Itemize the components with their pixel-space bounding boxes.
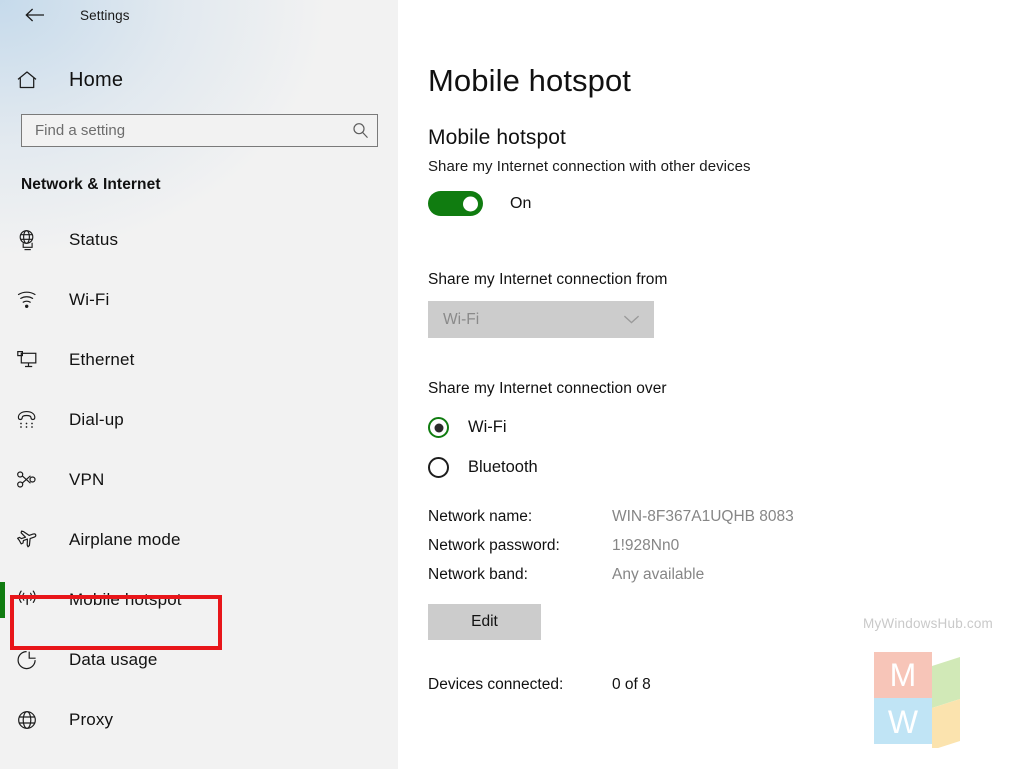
toggle-state-label: On [510, 194, 532, 212]
share-over-label: Share my Internet connection over [428, 380, 667, 397]
share-from-label: Share my Internet connection from [428, 271, 668, 288]
sidebar-item-airplane-mode[interactable]: Airplane mode [0, 510, 398, 570]
sidebar-item-label: Status [69, 230, 119, 249]
mobile-hotspot-toggle-row: On [428, 191, 1024, 216]
radio-label: Wi-Fi [468, 418, 507, 436]
detail-key: Network band: [428, 566, 528, 583]
globe-icon [16, 709, 50, 731]
sidebar-item-vpn[interactable]: VPN [0, 450, 398, 510]
share-from-selected-value: Wi-Fi [443, 310, 480, 328]
settings-window: Settings Home Network & Internet [0, 0, 1024, 769]
sidebar-item-label: Data usage [69, 650, 158, 669]
ethernet-icon [16, 349, 50, 371]
search-input[interactable] [22, 116, 343, 145]
mobile-hotspot-icon [16, 589, 50, 611]
toggle-knob [463, 196, 478, 211]
share-over-option-wifi[interactable]: Wi-Fi [428, 417, 628, 438]
detail-row-network-band: Network band: Any available [428, 566, 1024, 595]
pie-chart-icon [16, 649, 50, 671]
app-title: Settings [80, 7, 130, 23]
home-nav-item[interactable]: Home [0, 58, 398, 102]
devices-connected-value: 0 of 8 [612, 676, 651, 693]
devices-connected-row: Devices connected: 0 of 8 [428, 676, 1024, 694]
detail-row-network-name: Network name: WIN-8F367A1UQHB 8083 [428, 508, 1024, 537]
detail-key: Network password: [428, 537, 560, 554]
back-arrow-icon [25, 8, 45, 22]
section-heading: Network & Internet [21, 176, 161, 193]
mobile-hotspot-description: Share my Internet connection with other … [428, 158, 751, 175]
home-icon [16, 70, 50, 90]
devices-connected-label: Devices connected: [428, 676, 564, 693]
svg-text:W: W [888, 704, 919, 740]
radio-button-wifi[interactable] [428, 417, 449, 438]
sidebar-item-data-usage[interactable]: Data usage [0, 630, 398, 690]
sidebar-nav-list: Status Wi-Fi Ethernet Dial-up VPN Airpla… [0, 210, 398, 750]
network-details: Network name: WIN-8F367A1UQHB 8083 Netwo… [428, 508, 1024, 640]
globe-monitor-icon [16, 229, 50, 251]
back-button[interactable] [18, 2, 52, 28]
radio-button-bluetooth[interactable] [428, 457, 449, 478]
dialup-phone-icon [16, 409, 50, 431]
home-label: Home [69, 68, 124, 91]
sidebar: Settings Home Network & Internet [0, 0, 398, 769]
sidebar-item-wifi[interactable]: Wi-Fi [0, 270, 398, 330]
detail-value: 1!928Nn0 [612, 537, 680, 554]
radio-label: Bluetooth [468, 458, 538, 476]
sidebar-item-label: Wi-Fi [69, 290, 110, 309]
main-content: Mobile hotspot Mobile hotspot Share my I… [398, 0, 1024, 769]
share-over-option-bluetooth[interactable]: Bluetooth [428, 457, 628, 478]
chevron-down-icon [623, 314, 640, 325]
mobile-hotspot-group-title: Mobile hotspot [428, 126, 566, 149]
sidebar-item-label: Airplane mode [69, 530, 181, 549]
share-from-dropdown[interactable]: Wi-Fi [428, 301, 654, 338]
sidebar-item-label: VPN [69, 470, 105, 489]
detail-row-network-password: Network password: 1!928Nn0 [428, 537, 1024, 566]
sidebar-item-label: Ethernet [69, 350, 135, 369]
title-bar: Settings [0, 0, 398, 30]
airplane-icon [16, 529, 50, 551]
detail-value: Any available [612, 566, 705, 583]
search-icon[interactable] [343, 116, 377, 145]
sidebar-item-status[interactable]: Status [0, 210, 398, 270]
wifi-icon [16, 289, 50, 311]
vpn-icon [16, 469, 50, 491]
sidebar-item-proxy[interactable]: Proxy [0, 690, 398, 750]
sidebar-item-label: Dial-up [69, 410, 124, 429]
search-box[interactable] [21, 114, 378, 147]
detail-key: Network name: [428, 508, 533, 525]
sidebar-item-label: Mobile hotspot [69, 590, 182, 609]
mobile-hotspot-toggle[interactable] [428, 191, 483, 216]
sidebar-item-label: Proxy [69, 710, 114, 729]
sidebar-item-ethernet[interactable]: Ethernet [0, 330, 398, 390]
edit-button[interactable]: Edit [428, 604, 541, 640]
page-title: Mobile hotspot [428, 63, 632, 98]
sidebar-item-mobile-hotspot[interactable]: Mobile hotspot [0, 570, 398, 630]
detail-value: WIN-8F367A1UQHB 8083 [612, 508, 794, 525]
sidebar-item-dialup[interactable]: Dial-up [0, 390, 398, 450]
